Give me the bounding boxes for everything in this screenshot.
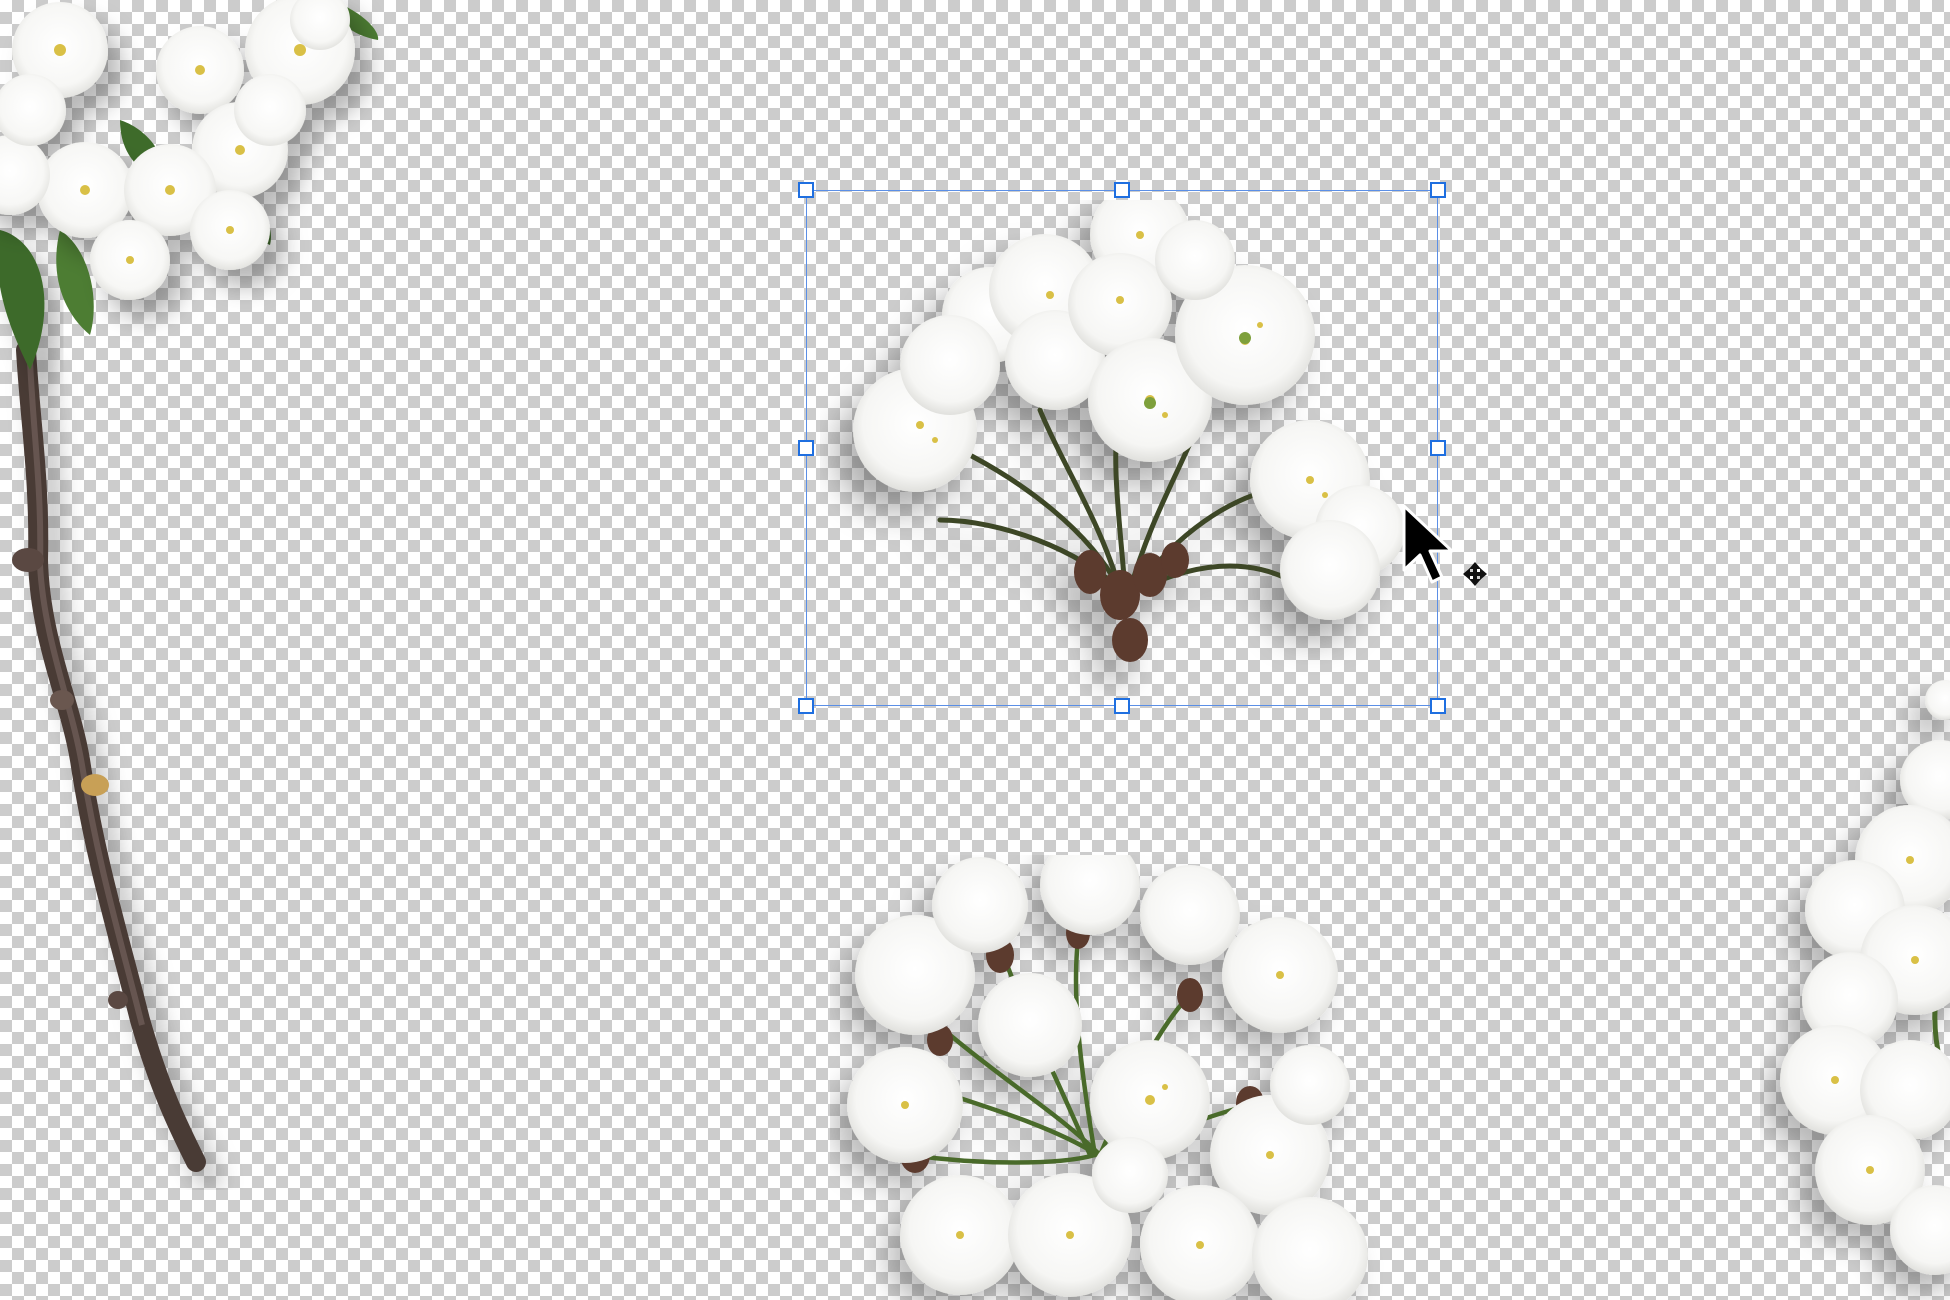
move-icon bbox=[1463, 562, 1487, 586]
cherry-blossom-bunch[interactable] bbox=[830, 855, 1450, 1300]
resize-handle-top[interactable] bbox=[1114, 182, 1130, 198]
resize-handle-bottom-right[interactable] bbox=[1430, 698, 1446, 714]
move-cursor bbox=[1398, 500, 1508, 610]
selection-bounding-box[interactable] bbox=[806, 190, 1438, 706]
cherry-blossom-branch[interactable] bbox=[0, 0, 420, 1190]
resize-handle-top-right[interactable] bbox=[1430, 182, 1446, 198]
arrow-pointer-icon bbox=[1402, 504, 1454, 584]
resize-handle-bottom-left[interactable] bbox=[798, 698, 814, 714]
resize-handle-right[interactable] bbox=[1430, 440, 1446, 456]
resize-handle-bottom[interactable] bbox=[1114, 698, 1130, 714]
resize-handle-left[interactable] bbox=[798, 440, 814, 456]
artboard-canvas[interactable] bbox=[0, 0, 1950, 1300]
cherry-blossom-edge-cluster[interactable] bbox=[1760, 640, 1950, 1300]
resize-handle-top-left[interactable] bbox=[798, 182, 814, 198]
